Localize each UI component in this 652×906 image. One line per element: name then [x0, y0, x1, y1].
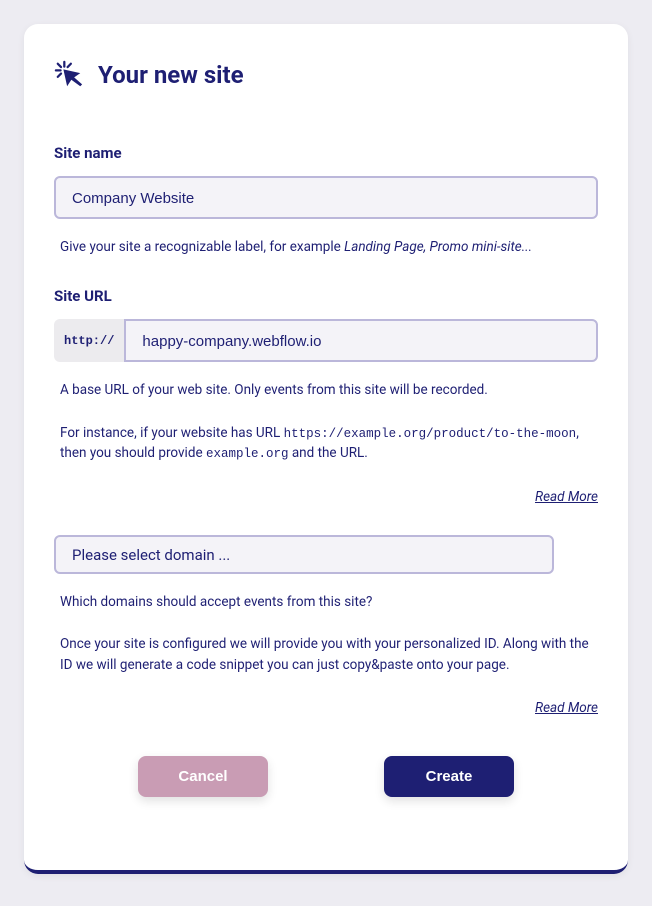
site-name-hint: Give your site a recognizable label, for… [54, 237, 598, 257]
domain-read-more-link[interactable]: Read More [535, 700, 598, 716]
site-name-hint-text: Give your site a recognizable label, for… [60, 239, 344, 255]
site-url-hint1: A base URL of your web site. Only events… [54, 380, 598, 400]
site-url-hint2: For instance, if your website has URL ht… [54, 423, 598, 465]
domain-select[interactable]: Please select domain ... [54, 535, 554, 574]
domain-section: Please select domain ... Which domains s… [54, 535, 598, 716]
domain-readmore-row: Read More [54, 697, 598, 716]
site-name-label: Site name [54, 144, 598, 162]
site-url-row: http:// [54, 319, 598, 362]
site-url-readmore-row: Read More [54, 486, 598, 505]
domain-hint1: Which domains should accept events from … [54, 592, 598, 612]
new-site-card: Your new site Site name Give your site a… [24, 24, 628, 874]
domain-placeholder: Please select domain ... [72, 546, 230, 564]
site-url-input-wrap[interactable] [124, 319, 598, 362]
site-url-read-more-link[interactable]: Read More [535, 489, 598, 505]
site-url-section: Site URL http:// A base URL of your web … [54, 287, 598, 505]
url-prefix: http:// [54, 319, 124, 362]
card-header: Your new site [54, 60, 598, 90]
create-button[interactable]: Create [384, 756, 514, 797]
cursor-click-icon [54, 60, 84, 90]
site-name-input-wrap[interactable] [54, 176, 598, 219]
site-url-input[interactable] [142, 333, 580, 350]
site-name-input[interactable] [72, 190, 580, 207]
site-name-section: Site name Give your site a recognizable … [54, 144, 598, 257]
page-title: Your new site [98, 61, 244, 89]
cancel-button[interactable]: Cancel [138, 756, 268, 797]
button-row: Cancel Create [54, 756, 598, 797]
site-url-label: Site URL [54, 287, 598, 305]
domain-hint2: Once your site is configured we will pro… [54, 634, 598, 675]
site-name-hint-example: Landing Page, Promo mini-site... [344, 239, 532, 255]
